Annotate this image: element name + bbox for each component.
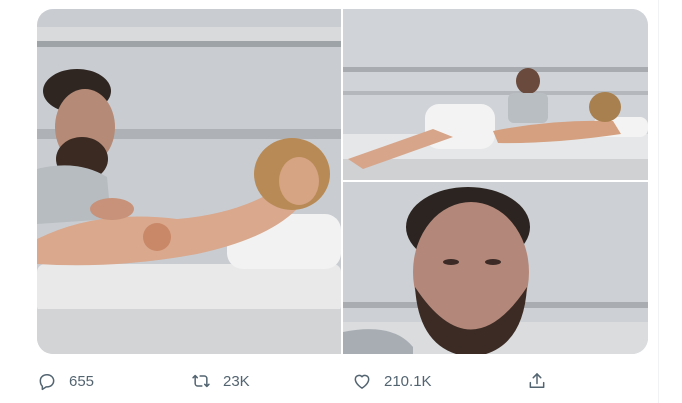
media-photo-3[interactable] [343, 182, 648, 354]
reply-icon [37, 371, 57, 391]
retweet-button[interactable]: 23K [191, 366, 250, 396]
media-photo-1[interactable] [37, 9, 341, 354]
like-button[interactable]: 210.1K [352, 366, 432, 396]
tweet-card: 655 23K 210.1K [0, 0, 682, 403]
reply-count: 655 [69, 372, 95, 390]
reply-button[interactable]: 655 [37, 366, 94, 396]
share-icon [527, 371, 547, 391]
retweet-count: 23K [223, 372, 250, 390]
share-button[interactable] [527, 366, 547, 396]
tweet-media-grid [37, 9, 648, 354]
media-photo-2[interactable] [343, 9, 648, 180]
tweet-actions: 655 23K 210.1K [37, 366, 648, 396]
like-count: 210.1K [384, 372, 432, 390]
timeline-divider [658, 0, 659, 403]
retweet-icon [191, 371, 211, 391]
heart-icon [352, 371, 372, 391]
